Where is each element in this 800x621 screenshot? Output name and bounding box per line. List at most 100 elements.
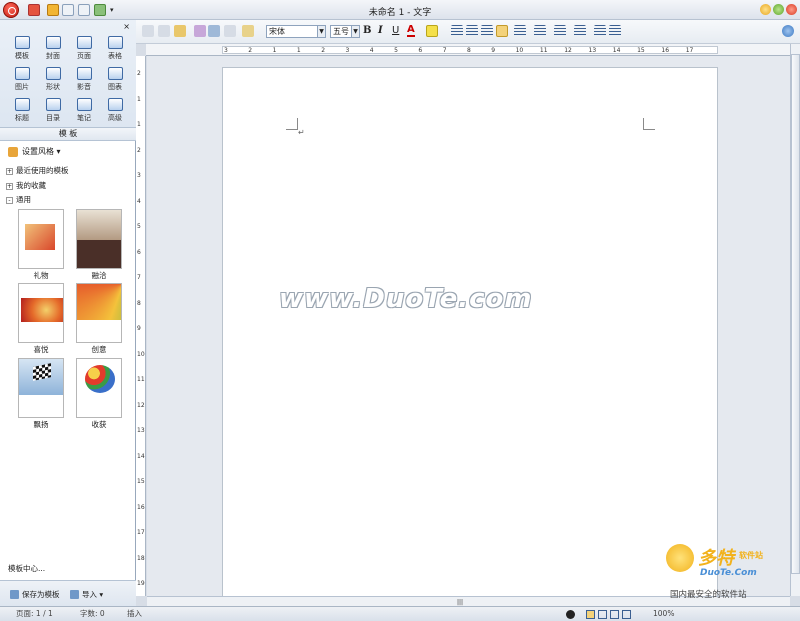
bullet-list-icon[interactable]	[534, 25, 546, 37]
title-bar: ▾ 未命名 1 - 文字	[0, 0, 800, 20]
help-icon[interactable]	[782, 25, 794, 37]
ruler-tick-label: 6	[137, 248, 141, 256]
panel-item-shape[interactable]: 形状	[39, 65, 67, 93]
ruler-tick-label: 15	[137, 478, 145, 485]
font-name-select[interactable]: 宋体 ▼	[266, 25, 326, 38]
panel-item-heading[interactable]: 标题	[8, 96, 36, 124]
web-view-icon[interactable]	[598, 610, 607, 619]
status-bar: 页面: 1 / 1 字数: 0 插入 100%	[0, 606, 800, 621]
panel-item-chart[interactable]: 图表	[101, 65, 129, 93]
advanced-icon	[107, 98, 123, 111]
ruler-tick-label: 7	[442, 47, 447, 54]
panel-item-note[interactable]: 笔记	[70, 96, 98, 124]
shape-icon	[45, 67, 61, 80]
ruler-tick-label: 5	[137, 223, 141, 230]
template-preview	[25, 224, 55, 250]
align-right-icon[interactable]	[481, 25, 493, 37]
panel-item-picture[interactable]: 图片	[8, 65, 36, 93]
tree-item-general[interactable]: - 通用	[6, 194, 31, 206]
panel-item-toc[interactable]: 目录	[39, 96, 67, 124]
panel-icon-grid: × 模板 封面 页面 表格 图片 形状 影音 图表 标题 目录 笔记 高级	[0, 20, 136, 128]
template-center-link[interactable]: 模板中心...	[8, 563, 45, 574]
horizontal-ruler[interactable]: 3 2 1 1 2 3 4 5 6 7 8 9 10 11 12 13 14 15 16 17	[146, 44, 800, 56]
vertical-ruler[interactable]: 2 1 1 2 3 4 5 6 7 8 9 10 11 12 13 14 15 16 17 18 19	[136, 56, 146, 596]
format-painter-icon[interactable]	[194, 25, 206, 37]
ruler-tick-label: 16	[137, 503, 145, 511]
underline-button[interactable]: U	[392, 25, 399, 37]
toc-icon	[45, 98, 61, 111]
spellcheck-icon[interactable]	[566, 610, 575, 619]
paste-icon[interactable]	[174, 25, 186, 37]
template-preview	[21, 298, 63, 322]
ruler-tick-label: 4	[369, 47, 374, 54]
close-icon[interactable]: ×	[123, 22, 130, 31]
ruler-tick-label: 2	[137, 70, 141, 77]
save-as-template-button[interactable]: 保存为模板	[10, 589, 60, 601]
template-label: 礼物	[33, 271, 49, 280]
ruler-tick-label: 14	[612, 47, 621, 54]
ruler-tick-label: 3	[137, 172, 141, 179]
table-icon	[107, 36, 123, 49]
close-button[interactable]	[786, 4, 797, 15]
template-thumb-creative[interactable]	[76, 283, 122, 343]
panel-item-media[interactable]: 影音	[70, 65, 98, 93]
align-center-icon[interactable]	[466, 25, 478, 37]
brand-slogan: 国内最安全的软件站	[670, 590, 747, 600]
minimize-button[interactable]	[760, 4, 771, 15]
ruler-tick-label: 18	[137, 554, 145, 562]
ruler-tick-label: 17	[685, 47, 694, 54]
scroll-grip-icon[interactable]: |||	[457, 599, 463, 606]
set-style-button[interactable]: 设置风格 ▾	[8, 145, 61, 159]
template-preview	[85, 365, 115, 393]
bold-button[interactable]: B	[363, 25, 371, 37]
find-icon[interactable]	[208, 25, 220, 37]
panel-item-advanced[interactable]: 高级	[101, 96, 129, 124]
chart-icon	[107, 67, 123, 80]
panel-item-cover[interactable]: 封面	[39, 34, 67, 62]
template-thumb-gift[interactable]	[18, 209, 64, 269]
panel-section-title: 模 板	[0, 128, 136, 141]
highlight-tool-icon[interactable]	[242, 25, 254, 37]
maximize-button[interactable]	[773, 4, 784, 15]
insert-mode[interactable]: 插入	[127, 607, 142, 621]
numbered-list-icon[interactable]	[554, 25, 566, 37]
import-button[interactable]: 导入 ▾	[70, 589, 103, 601]
ruler-tick-label: 5	[394, 47, 398, 54]
undo-icon[interactable]	[142, 25, 154, 37]
template-label: 创意	[91, 345, 107, 354]
panel-item-template[interactable]: 模板	[8, 34, 36, 62]
panel-item-page[interactable]: 页面	[70, 34, 98, 62]
outline-view-icon[interactable]	[610, 610, 619, 619]
text-cursor-icon: ↵	[298, 128, 305, 137]
align-left-icon[interactable]	[451, 25, 463, 37]
vertical-scrollbar[interactable]	[790, 44, 800, 596]
font-size-select[interactable]: 五号 ▼	[330, 25, 360, 38]
scroll-thumb[interactable]	[791, 54, 800, 574]
highlight-color-icon[interactable]	[426, 25, 438, 37]
tree-item-recent[interactable]: + 最近使用的模板	[6, 165, 69, 177]
multilevel-list-icon[interactable]	[574, 25, 586, 37]
italic-button[interactable]: I	[378, 25, 383, 37]
window-title: 未命名 1 - 文字	[368, 8, 432, 18]
ruler-tick-label: 11	[137, 376, 145, 383]
chevron-down-icon: ▼	[317, 26, 325, 37]
zoom-level[interactable]: 100%	[653, 607, 674, 621]
font-color-button[interactable]: A	[407, 25, 415, 37]
document-page[interactable]: ↵	[222, 67, 718, 597]
ruler-tick-label: 9	[491, 47, 496, 54]
redo-icon[interactable]	[158, 25, 170, 37]
line-spacing-icon[interactable]	[514, 25, 526, 37]
cut-icon[interactable]	[224, 25, 236, 37]
reading-view-icon[interactable]	[622, 610, 631, 619]
template-thumb-harmony[interactable]	[76, 209, 122, 269]
page-view-icon[interactable]	[586, 610, 595, 619]
increase-indent-icon[interactable]	[609, 25, 621, 37]
template-thumb-joy[interactable]	[18, 283, 64, 343]
tree-item-favorites[interactable]: + 我的收藏	[6, 180, 46, 192]
decrease-indent-icon[interactable]	[594, 25, 606, 37]
panel-item-table[interactable]: 表格	[101, 34, 129, 62]
template-thumb-harvest[interactable]	[76, 358, 122, 418]
ruler-tick-label: 1	[272, 47, 277, 54]
justify-icon[interactable]	[496, 25, 508, 37]
template-thumb-flutter[interactable]	[18, 358, 64, 418]
